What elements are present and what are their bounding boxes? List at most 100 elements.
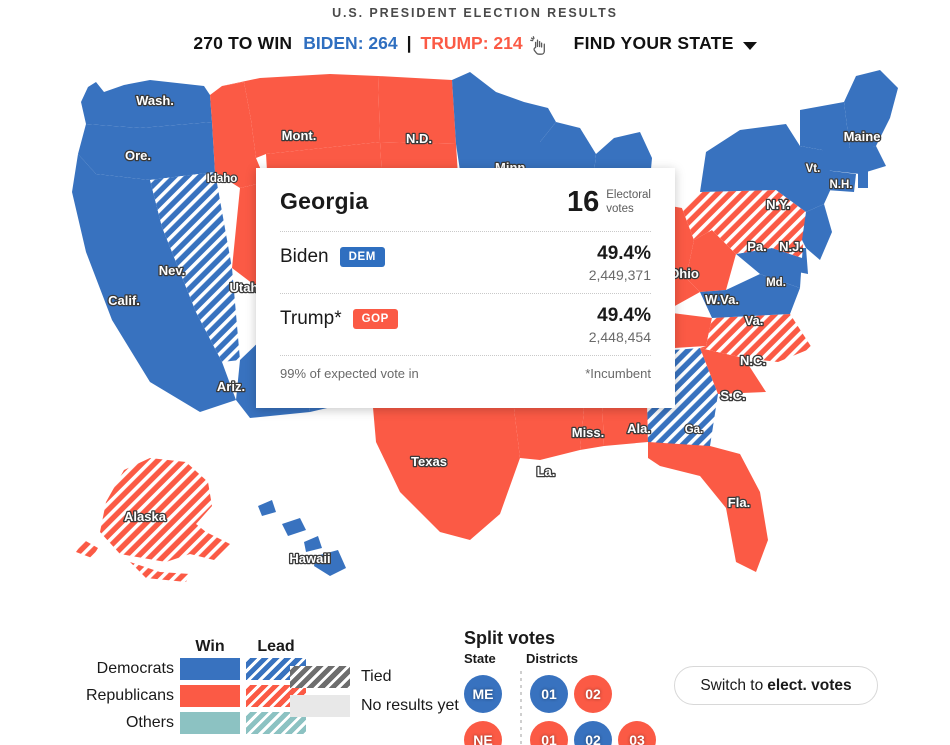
state-label-TX: Texas bbox=[411, 454, 447, 469]
state-label-UT: Utah bbox=[230, 280, 259, 295]
electoral-votes-label-line2: votes bbox=[606, 202, 634, 215]
electoral-votes-count: 16 bbox=[566, 186, 600, 218]
state-shape-RI[interactable] bbox=[858, 170, 868, 188]
candidate-row-trump: Trump* GOP 49.4% 2,448,454 bbox=[280, 293, 651, 355]
incumbent-note: *Incumbent bbox=[585, 366, 651, 381]
split-state-cell[interactable]: ME bbox=[464, 675, 520, 713]
split-divider bbox=[520, 671, 522, 745]
legend-swatch-gop-win bbox=[180, 685, 240, 707]
candidate-identity: Trump* GOP bbox=[280, 305, 398, 330]
candidate-percent: 49.4% bbox=[597, 243, 651, 264]
legend-swatch-dem-win bbox=[180, 658, 240, 680]
to-win-label: 270 TO WIN bbox=[193, 33, 293, 53]
split-district-badge-me-02[interactable]: 02 bbox=[574, 675, 612, 713]
chevron-down-icon[interactable] bbox=[742, 41, 757, 50]
switch-button-prefix: Switch to bbox=[700, 676, 764, 694]
candidate-votes: 2,448,454 bbox=[588, 329, 651, 345]
legend-row-others: Others bbox=[84, 712, 306, 734]
candidate-results: 49.4% 2,448,454 bbox=[589, 305, 651, 345]
header-divider: | bbox=[406, 33, 412, 53]
find-your-state-button[interactable]: FIND YOUR STATE bbox=[574, 33, 734, 54]
legend-header-win: Win bbox=[195, 638, 225, 655]
split-state-cell[interactable]: NE bbox=[464, 721, 520, 745]
legend-swatch-no-results bbox=[290, 695, 350, 717]
state-label-MS: Miss. bbox=[572, 425, 605, 440]
candidate-results: 49.4% 2,449,371 bbox=[589, 243, 651, 283]
switch-button-emphasis: elect. votes bbox=[767, 676, 852, 694]
state-label-ND: N.D. bbox=[406, 131, 432, 146]
split-row-nebraska: NE 01 02 03 bbox=[464, 717, 656, 745]
state-shape-VT[interactable] bbox=[800, 106, 822, 150]
legend-label-republicans: Republicans bbox=[85, 687, 174, 704]
biden-electoral-count: BIDEN: 264 bbox=[303, 33, 398, 53]
legend-label-tied: Tied bbox=[361, 668, 392, 685]
state-label-HI: Hawaii bbox=[289, 551, 330, 566]
split-district-badge-ne-02[interactable]: 02 bbox=[574, 721, 612, 745]
state-label-FL: Fla. bbox=[728, 495, 750, 510]
split-district-badge-ne-01[interactable]: 01 bbox=[530, 721, 568, 745]
state-label-NC: N.C. bbox=[740, 353, 766, 368]
split-districts-cell: 01 02 bbox=[530, 675, 612, 713]
electoral-votes-label-line1: Electoral bbox=[606, 189, 651, 202]
state-label-SC: S.C. bbox=[720, 388, 745, 403]
legend-row-no-results: No results yet bbox=[290, 695, 459, 717]
electoral-votes-group: 16 Electoral votes bbox=[567, 188, 651, 217]
state-label-MT: Mont. bbox=[282, 128, 317, 143]
state-label-ME: Maine bbox=[844, 129, 881, 144]
split-votes-legend: Split votes State Districts ME 01 02 NE … bbox=[464, 628, 656, 745]
candidate-votes: 2,449,371 bbox=[588, 267, 651, 283]
state-result-tooltip[interactable]: Georgia 16 Electoral votes Biden DEM 49.… bbox=[256, 168, 675, 408]
state-label-NJ: N.J. bbox=[779, 239, 803, 254]
split-col-state: State bbox=[464, 651, 496, 666]
reporting-status: 99% of expected vote in bbox=[280, 366, 419, 381]
state-label-WA: Wash. bbox=[136, 93, 174, 108]
tooltip-header: Georgia 16 Electoral votes bbox=[280, 188, 651, 231]
state-label-ID: Idaho bbox=[207, 173, 238, 185]
state-label-NH: N.H. bbox=[830, 179, 853, 191]
party-badge-dem: DEM bbox=[339, 247, 385, 267]
state-label-VA: Va. bbox=[745, 313, 764, 328]
candidate-percent: 49.4% bbox=[597, 305, 651, 326]
state-label-PA: Pa. bbox=[747, 239, 767, 254]
electoral-votes-label: Electoral votes bbox=[606, 189, 651, 215]
candidate-identity: Biden DEM bbox=[280, 243, 385, 268]
state-label-VT: Vt. bbox=[806, 163, 821, 175]
state-label-CA: Calif. bbox=[108, 293, 140, 308]
legend-row-democrats: Democrats bbox=[84, 658, 306, 680]
split-col-districts: Districts bbox=[526, 651, 579, 666]
state-label-GA: Ga. bbox=[685, 424, 704, 436]
state-label-AZ: Ariz. bbox=[217, 379, 245, 394]
split-row-maine: ME 01 02 bbox=[464, 671, 656, 717]
state-label-NV: Nev. bbox=[159, 263, 186, 278]
pointing-hand-icon bbox=[529, 36, 547, 55]
state-label-WV: W.Va. bbox=[705, 292, 739, 307]
election-results-page: U.S. PRESIDENT ELECTION RESULTS 270 TO W… bbox=[0, 0, 950, 745]
candidate-name: Trump* bbox=[280, 308, 342, 329]
legend-row-tied: Tied bbox=[290, 666, 459, 688]
split-districts-cell: 01 02 03 bbox=[530, 721, 656, 745]
split-state-badge-me[interactable]: ME bbox=[464, 675, 502, 713]
legend-header-lead: Lead bbox=[257, 638, 295, 655]
party-badge-gop: GOP bbox=[352, 309, 398, 329]
results-header-bar: 270 TO WIN BIDEN: 264 | TRUMP: 214 FIND … bbox=[0, 33, 950, 55]
legend-label-others: Others bbox=[125, 714, 174, 731]
candidate-row-biden: Biden DEM 49.4% 2,449,371 bbox=[280, 231, 651, 293]
state-shape-NJ[interactable] bbox=[802, 204, 832, 260]
trump-electoral-count: TRUMP: 214 bbox=[420, 33, 523, 53]
candidate-name: Biden bbox=[280, 246, 329, 267]
page-kicker: U.S. PRESIDENT ELECTION RESULTS bbox=[332, 6, 618, 20]
state-label-LA: La. bbox=[537, 464, 556, 479]
split-votes-title: Split votes bbox=[464, 628, 556, 648]
state-label-NY: N.Y. bbox=[766, 197, 790, 212]
legend-label-no-results: No results yet bbox=[361, 697, 459, 714]
split-district-badge-ne-03[interactable]: 03 bbox=[618, 721, 656, 745]
split-district-badge-me-01[interactable]: 01 bbox=[530, 675, 568, 713]
tooltip-state-name: Georgia bbox=[280, 188, 369, 214]
split-state-badge-ne[interactable]: NE bbox=[464, 721, 502, 745]
switch-to-electoral-votes-button[interactable]: Switch to elect. votes bbox=[674, 666, 878, 705]
state-shape-MA[interactable] bbox=[822, 146, 886, 174]
legend-extras: Tied No results yet bbox=[290, 666, 459, 724]
legend-column-headers: Win Lead bbox=[180, 638, 306, 656]
split-votes-grid: ME 01 02 NE 01 02 03 bbox=[464, 671, 656, 745]
state-label-OR: Ore. bbox=[125, 148, 151, 163]
